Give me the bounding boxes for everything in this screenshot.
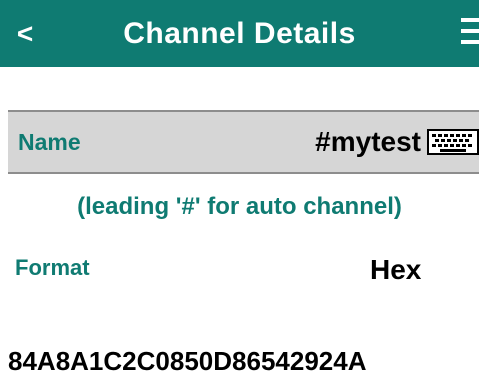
channel-name-field[interactable]: Name #mytest — [8, 110, 479, 174]
menu-line — [461, 18, 479, 22]
hamburger-menu-icon[interactable] — [461, 16, 479, 48]
channel-name-value[interactable]: #mytest — [315, 112, 421, 172]
app-header: < Channel Details — [0, 0, 479, 67]
channel-hex-data: 84A8A1C2C0850D86542924A — [8, 346, 367, 376]
auto-channel-hint: (leading '#' for auto channel) — [77, 193, 402, 220]
menu-line — [461, 29, 479, 33]
format-label: Format — [15, 255, 90, 280]
format-value[interactable]: Hex — [370, 254, 421, 286]
back-button[interactable]: < — [8, 14, 42, 54]
page-title: Channel Details — [123, 17, 356, 50]
menu-line — [461, 40, 479, 44]
name-label: Name — [18, 129, 81, 155]
keyboard-icon[interactable] — [427, 129, 479, 155]
